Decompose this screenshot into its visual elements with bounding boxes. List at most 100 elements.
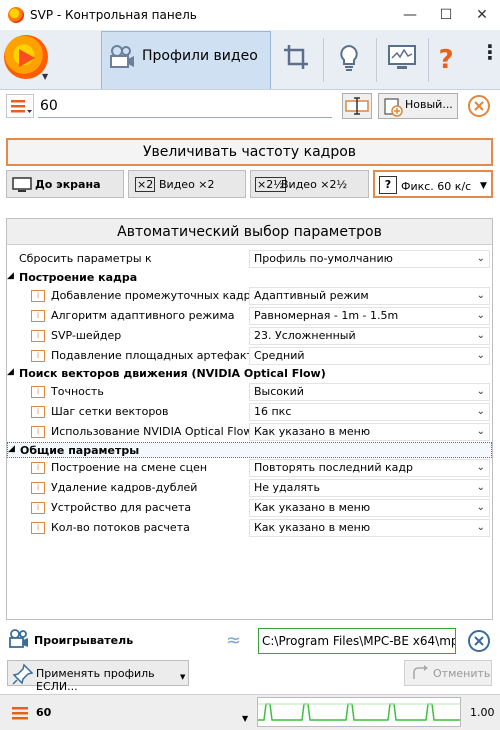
info-icon[interactable]: i [31,406,45,418]
param-select[interactable]: Как указано в меню ⌄ [249,519,490,537]
param-name: SVP-шейдер [51,329,122,342]
chevron-down-icon: ⌄ [476,482,485,493]
maximize-button[interactable]: ☐ [428,0,464,30]
rename-field-icon [345,97,369,115]
info-icon[interactable]: i [31,502,45,514]
chevron-down-icon: ⌄ [476,330,485,341]
profile-delete-button[interactable] [466,93,492,119]
section-title: Общие параметры [20,444,140,457]
monitor-graph-icon [388,45,416,69]
chevron-down-icon: ⌄ [476,462,485,473]
profile-menu-button[interactable] [6,94,34,118]
help-question-icon[interactable]: ? [428,34,464,86]
param-row: i SVP-шейдер 23. Усложненный ⌄ [7,326,492,346]
monitor-button[interactable] [380,34,424,86]
collapse-triangle-icon[interactable]: ◢ [7,271,14,281]
light-bulb-button[interactable] [327,34,371,86]
profile-name-input[interactable] [38,94,332,118]
status-dropdown-icon[interactable]: ▼ [242,714,248,723]
chevron-down-icon: ⌄ [476,350,485,361]
chevron-down-icon: ⌄ [476,406,485,417]
rate-x2-button[interactable]: ×2 Видео ×2 [128,170,246,198]
param-row: i Удаление кадров-дублей Не удалять ⌄ [7,478,492,498]
info-icon[interactable]: i [31,350,45,362]
player-path-field[interactable]: C:\Program Files\MPC-BE x64\mpc-be64.exe [258,628,456,654]
chevron-down-icon: ⌄ [476,522,485,533]
info-icon[interactable]: i [31,330,45,342]
menu-lines-icon [11,100,32,113]
param-select[interactable]: Равномерная - 1m - 1.5m ⌄ [249,307,490,325]
profile-rename-button[interactable] [342,93,372,119]
param-value: Адаптивный режим [254,289,369,302]
status-profile-menu-icon[interactable] [10,703,32,723]
param-value: Равномерная - 1m - 1.5m [254,309,399,322]
info-icon[interactable]: i [31,462,45,474]
reset-params-select[interactable]: Профиль по-умолчанию ⌄ [249,250,490,268]
section-general-params[interactable]: ◢ Общие параметры [7,442,492,458]
profile-new-label: Новый... [405,98,453,111]
x2-icon: ×2 [135,177,156,192]
rate-fixed-button[interactable]: ? Фикс. 60 к/с ▼ [373,170,493,198]
info-icon[interactable]: i [31,426,45,438]
pin-icon [12,663,34,685]
param-name: Точность [51,385,104,398]
overflow-menu-icon[interactable]: ⋮ [480,40,500,64]
clear-circle-x-icon [468,630,490,652]
player-icon [8,628,30,650]
minimize-button[interactable]: — [392,0,428,30]
toolbar-separator [376,38,377,82]
param-select[interactable]: Как указано в меню ⌄ [249,499,490,517]
close-button[interactable]: ✕ [464,0,500,30]
rate-to-screen-label: До экрана [35,178,101,191]
player-clear-button[interactable] [466,628,492,654]
section-title: Построение кадра [19,271,138,284]
param-name: Подавление площадных артефактов [51,349,251,362]
section-frame-construction[interactable]: ◢ Построение кадра [7,270,492,286]
param-select[interactable]: Средний ⌄ [249,347,490,365]
screen-icon [12,177,32,192]
param-select[interactable]: Высокий ⌄ [249,383,490,401]
crop-button[interactable] [274,34,318,86]
collapse-triangle-icon[interactable]: ◢ [8,444,15,454]
param-select[interactable]: Адаптивный режим ⌄ [249,287,490,305]
param-select[interactable]: Повторять последний кадр ⌄ [249,459,490,477]
increase-framerate-button[interactable]: Увеличивать частоту кадров [6,138,493,166]
param-value: 16 пкс [254,405,292,418]
param-value: Как указано в меню [254,425,371,438]
info-icon[interactable]: i [31,386,45,398]
param-name: Построение на смене сцен [51,461,208,474]
info-icon[interactable]: i [31,522,45,534]
info-icon[interactable]: i [31,310,45,322]
player-link-wave-icon: ≈ [226,630,242,651]
frame-timing-graph [257,697,461,727]
player-label: Проигрыватель [34,634,134,647]
section-motion-vectors[interactable]: ◢ Поиск векторов движения (NVIDIA Optica… [7,366,492,382]
status-fps: 60 [36,706,52,719]
info-icon[interactable]: i [31,482,45,494]
rate-fixed-dropdown-icon[interactable]: ▼ [480,181,487,191]
status-ratio: 1.00 [470,706,495,719]
light-bulb-icon [340,44,358,71]
delete-circle-x-icon [468,95,490,117]
section-title: Поиск векторов движения (NVIDIA Optical … [19,367,326,380]
apply-dropdown-icon: ▼ [180,673,186,681]
chevron-down-icon: ⌄ [476,426,485,437]
window-title: SVP - Контрольная панель [30,8,197,22]
chevron-down-icon: ⌄ [476,253,485,264]
param-row: i Точность Высокий ⌄ [7,382,492,402]
param-value: Высокий [254,385,304,398]
apply-profile-if-button[interactable]: Применять профиль ЕСЛИ... ▼ [7,660,189,693]
param-select[interactable]: 16 пкс ⌄ [249,403,490,421]
auto-params-header-button[interactable]: Автоматический выбор параметров [7,219,492,245]
logo-dropdown-arrow-icon[interactable]: ▼ [42,72,48,81]
rate-x2-5-button[interactable]: ×2½ Видео ×2½ [250,170,369,198]
param-select[interactable]: Не удалять ⌄ [249,479,490,497]
param-select[interactable]: Как указано в меню ⌄ [249,423,490,441]
cancel-button[interactable]: Отменить [404,660,492,686]
rate-to-screen-button[interactable]: До экрана [6,170,124,198]
param-row: i Шаг сетки векторов 16 пкс ⌄ [7,402,492,422]
info-icon[interactable]: i [31,290,45,302]
param-select[interactable]: 23. Усложненный ⌄ [249,327,490,345]
toolbar-separator [323,38,324,82]
collapse-triangle-icon[interactable]: ◢ [7,367,14,377]
